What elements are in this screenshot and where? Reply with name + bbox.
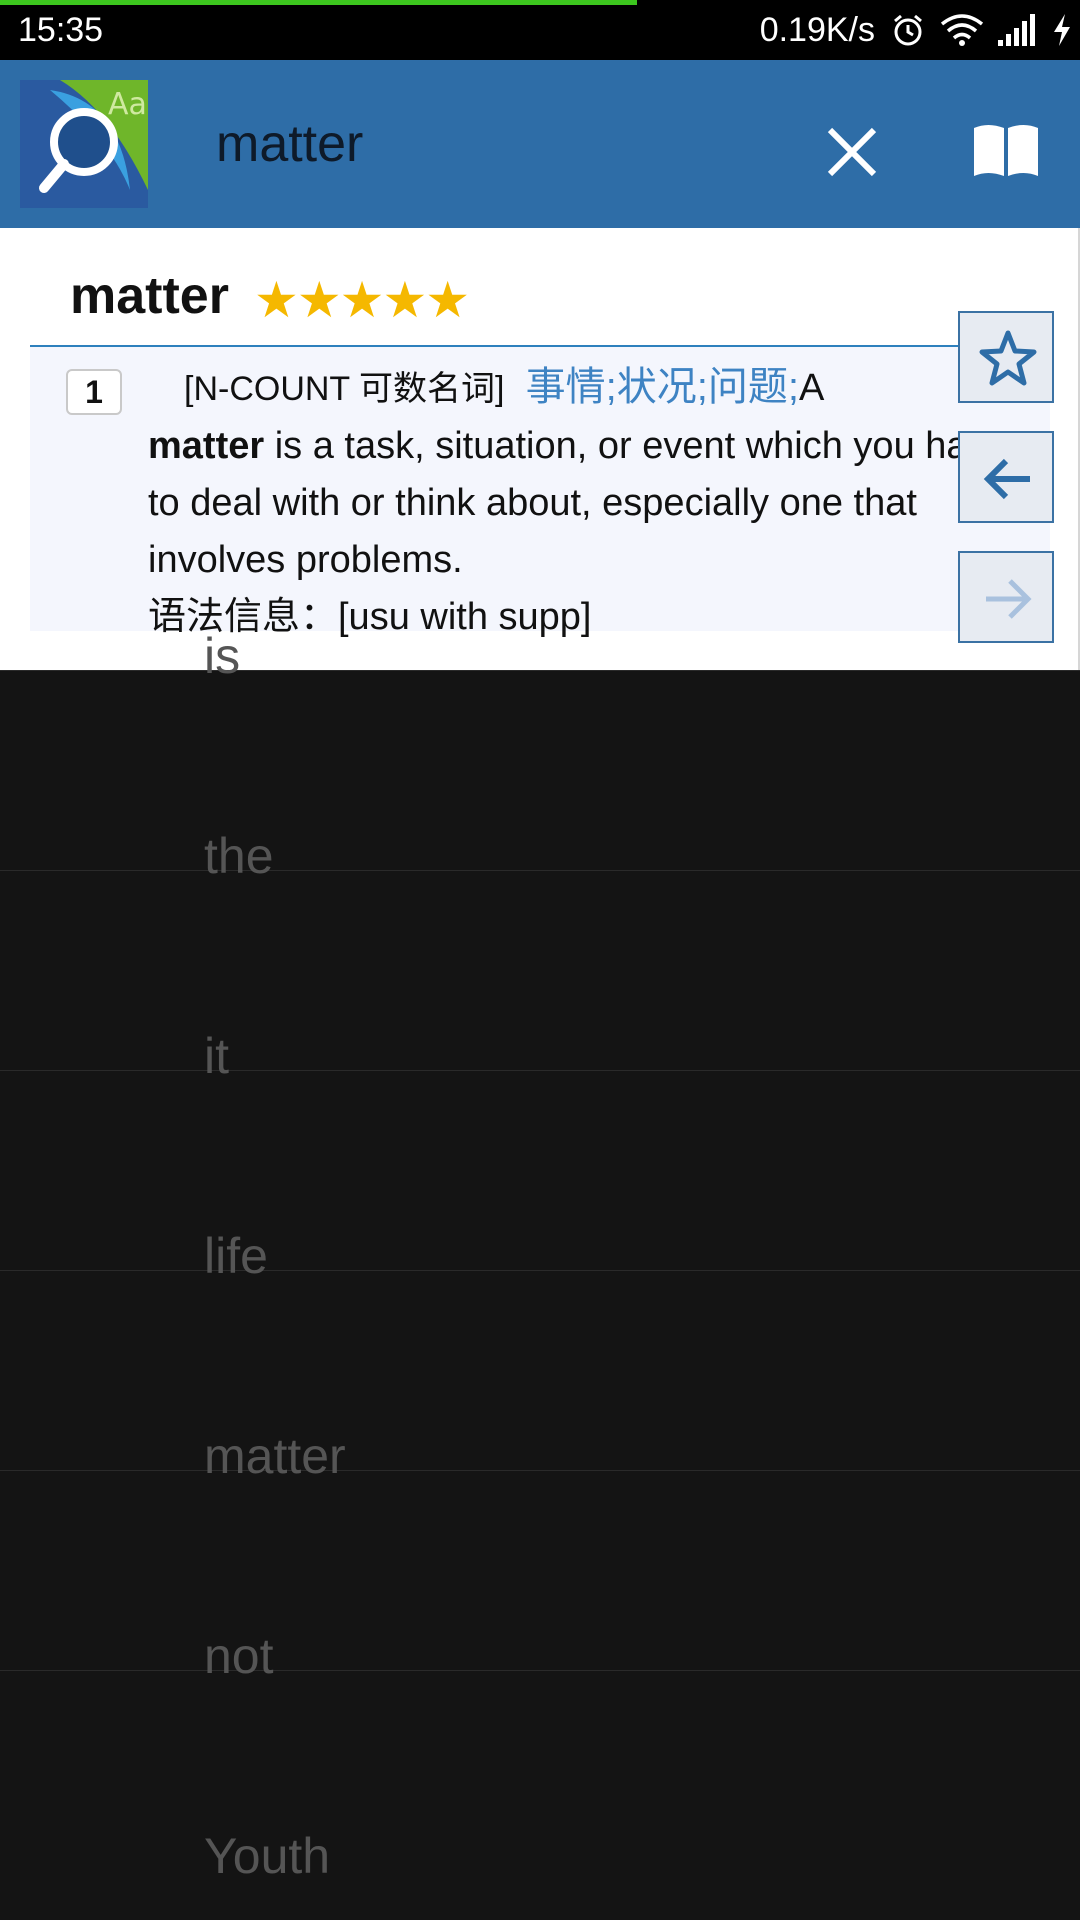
list-item[interactable]: matter [0,1270,1080,1484]
star-icon [979,330,1037,386]
svg-text:Aa: Aa [108,87,147,122]
page-load-progress [0,0,637,5]
list-item[interactable]: the [0,670,1080,884]
definition-lead: A [798,367,825,409]
signal-icon [998,14,1035,46]
list-item[interactable]: not [0,1470,1080,1684]
part-of-speech: [N-COUNT 可数名词] [184,370,505,408]
alarm-icon [894,14,922,46]
list-item[interactable]: life [0,1070,1080,1284]
favorite-button[interactable] [958,311,1054,403]
charging-icon [1054,14,1070,46]
frequency-stars: ★★★★★ [254,272,470,328]
definition-keyword: matter [148,425,265,467]
open-book-icon[interactable] [970,120,1042,180]
list-item[interactable]: it [0,870,1080,1084]
status-bar: 15:35 0.19K/s [0,0,1080,60]
close-icon[interactable] [820,120,884,184]
sense-number: 1 [66,369,122,415]
wifi-icon [940,14,984,46]
status-time: 15:35 [18,11,104,49]
list-item-word: Youth [204,1828,331,1884]
search-input[interactable]: matter [216,112,363,176]
list-item[interactable]: is [0,470,1080,684]
list-item[interactable]: Youth [0,1670,1080,1920]
network-speed: 0.19K/s [759,11,875,49]
app-bar: Aa matter [0,60,1080,228]
dictionary-search-logo[interactable]: Aa [20,80,148,208]
chinese-translation: 事情;状况;问题; [525,365,799,409]
headword: matter [70,267,229,325]
